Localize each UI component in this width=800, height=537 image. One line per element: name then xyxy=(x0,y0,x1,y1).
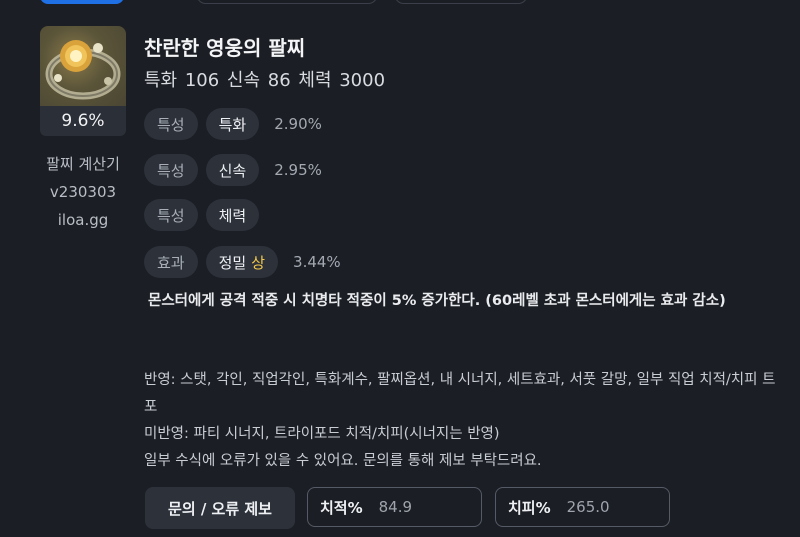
option-name: 정밀 xyxy=(218,253,247,272)
calculator-info: 팔찌 계산기 v230303 iloa.gg xyxy=(28,150,138,234)
tab-edge[interactable] xyxy=(394,0,528,4)
option-name-badge: 신속 xyxy=(205,154,260,186)
option-row: 특성 신속 2.95% xyxy=(144,154,322,186)
item-card: 9.6% xyxy=(40,26,126,136)
option-value: 2.90% xyxy=(274,115,322,133)
option-row: 효과 정밀 상 3.44% xyxy=(144,246,341,278)
not-applied-note: 미반영: 파티 시너지, 트라이포드 치적/치피(시너지는 반영) xyxy=(144,426,500,442)
site-label: iloa.gg xyxy=(57,211,109,229)
crit-damage-input[interactable] xyxy=(564,497,649,517)
option-grade: 상 xyxy=(251,253,266,272)
option-name-badge: 특화 xyxy=(205,108,260,140)
top-tab-strip xyxy=(0,0,800,6)
version-label: v230303 xyxy=(49,183,117,201)
option-row: 특성 특화 2.90% xyxy=(144,108,322,140)
tab-edge[interactable] xyxy=(196,0,378,4)
crit-rate-field[interactable]: 치적% xyxy=(307,487,482,527)
crit-rate-input[interactable] xyxy=(376,497,461,517)
option-value: 3.44% xyxy=(293,253,341,271)
option-name: 특화 xyxy=(218,115,247,134)
item-stats: 특화 106 신속 86 체력 3000 xyxy=(144,70,386,91)
disclaimer-note: 일부 수식에 오류가 있을 수 있어요. 문의를 통해 제보 부탁드려요. xyxy=(144,453,542,469)
option-name: 신속 xyxy=(218,161,247,180)
calculation-notes: 반영: 스탯, 각인, 직업각인, 특화계수, 팔찌옵션, 내 시너지, 세트효… xyxy=(144,367,784,475)
option-type-badge: 특성 xyxy=(144,108,198,140)
crit-rate-label: 치적% xyxy=(320,498,363,517)
option-value: 2.95% xyxy=(274,161,322,179)
item-name: 찬란한 영웅의 팔찌 xyxy=(144,36,306,60)
option-type-badge: 특성 xyxy=(144,154,198,186)
option-name-badge: 정밀 상 xyxy=(205,246,279,278)
option-name-badge: 체력 xyxy=(205,199,260,231)
option-type-badge: 효과 xyxy=(144,246,198,278)
calculator-title: 팔찌 계산기 xyxy=(46,155,120,173)
crit-damage-label: 치피% xyxy=(508,498,551,517)
quality-percent: 9.6% xyxy=(40,106,126,136)
option-row: 특성 체력 xyxy=(144,199,260,231)
option-name: 체력 xyxy=(218,206,247,225)
active-tab-edge[interactable] xyxy=(40,0,124,4)
applied-note: 반영: 스탯, 각인, 직업각인, 특화계수, 팔찌옵션, 내 시너지, 세트효… xyxy=(144,372,776,415)
crit-damage-field[interactable]: 치피% xyxy=(495,487,670,527)
effect-description: 몬스터에게 공격 적중 시 치명타 적중이 5% 증가한다. (60레벨 초과 … xyxy=(148,293,726,309)
bracelet-icon xyxy=(40,26,126,106)
report-error-button[interactable]: 문의 / 오류 제보 xyxy=(145,487,295,529)
option-type-badge: 특성 xyxy=(144,199,198,231)
